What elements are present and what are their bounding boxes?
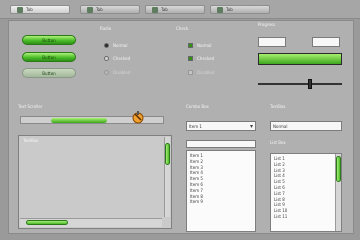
tab-4[interactable]: Tab — [210, 5, 270, 14]
text-area-hscroll-thumb[interactable] — [26, 220, 68, 225]
combo-value: Item 1 — [189, 123, 202, 129]
text-area-vscroll-thumb[interactable] — [165, 143, 170, 165]
value-field-b[interactable] — [312, 37, 340, 47]
paint-bucket-icon[interactable] — [131, 110, 145, 124]
text-area[interactable]: TextBox — [18, 135, 172, 229]
items-list[interactable]: Item 1 Item 2 Item 3 Item 4 Item 5 Item … — [186, 150, 256, 232]
radio-checked[interactable] — [104, 56, 109, 61]
textbox-field[interactable]: Normal — [270, 121, 342, 131]
scroller-title: Text Scroller — [18, 104, 43, 109]
list-item[interactable]: List 11 — [271, 214, 341, 220]
checkbox-disabled-label: Disabled — [197, 70, 215, 75]
list-box-vscroll-thumb[interactable] — [336, 156, 341, 182]
list-box-vscroll[interactable] — [335, 154, 341, 231]
progress-fill — [259, 54, 341, 64]
window-icon — [217, 6, 223, 13]
check-group-title: Check — [176, 26, 189, 31]
checkbox-checked[interactable] — [188, 56, 193, 61]
progress-track — [258, 53, 342, 65]
tab-1[interactable]: Tab — [10, 5, 70, 14]
text-area-title: TextBox — [23, 138, 39, 143]
value-field-a[interactable] — [258, 37, 286, 47]
chevron-down-icon: ▾ — [249, 123, 253, 130]
text-area-hscroll[interactable] — [20, 218, 162, 227]
disabled-button: Button — [22, 68, 76, 78]
checkbox-disabled — [188, 70, 193, 75]
checkbox-normal-label: Normal — [197, 43, 212, 48]
radio-disabled-label: Disabled — [113, 70, 131, 75]
radio-disabled — [104, 70, 109, 75]
tab-bar: Tab Tab Tab Tab — [0, 0, 360, 19]
listbox-title: List Box — [270, 140, 286, 145]
slider-track[interactable] — [258, 83, 342, 85]
scroll-fill[interactable] — [51, 118, 107, 123]
text-area-vscroll[interactable] — [164, 137, 170, 217]
radio-normal[interactable] — [104, 43, 109, 48]
slider-thumb[interactable] — [307, 79, 312, 89]
textbox-title: TextBox — [270, 104, 286, 109]
combo-input[interactable] — [186, 140, 256, 148]
window-icon — [17, 6, 23, 13]
tab-2[interactable]: Tab — [80, 5, 140, 14]
radio-group-title: Radio — [100, 26, 112, 31]
primary-button[interactable]: Button — [22, 35, 76, 45]
list-item[interactable]: Item 9 — [187, 199, 255, 205]
radio-normal-label: Normal — [113, 43, 128, 48]
radio-checked-label: Checked — [113, 56, 131, 61]
progress-title: Progress — [258, 22, 276, 27]
combo-box[interactable]: Item 1 ▾ — [186, 121, 256, 131]
checkbox-checked-label: Checked — [197, 56, 215, 61]
combo-title: Combo Box — [186, 104, 209, 109]
list-box[interactable]: List 1 List 2 List 3 List 4 List 5 List … — [270, 153, 342, 232]
window-icon — [87, 6, 93, 13]
secondary-button[interactable]: Button — [22, 52, 76, 62]
tab-3[interactable]: Tab — [145, 5, 205, 14]
window-icon — [152, 6, 158, 13]
checkbox-normal[interactable] — [188, 43, 193, 48]
